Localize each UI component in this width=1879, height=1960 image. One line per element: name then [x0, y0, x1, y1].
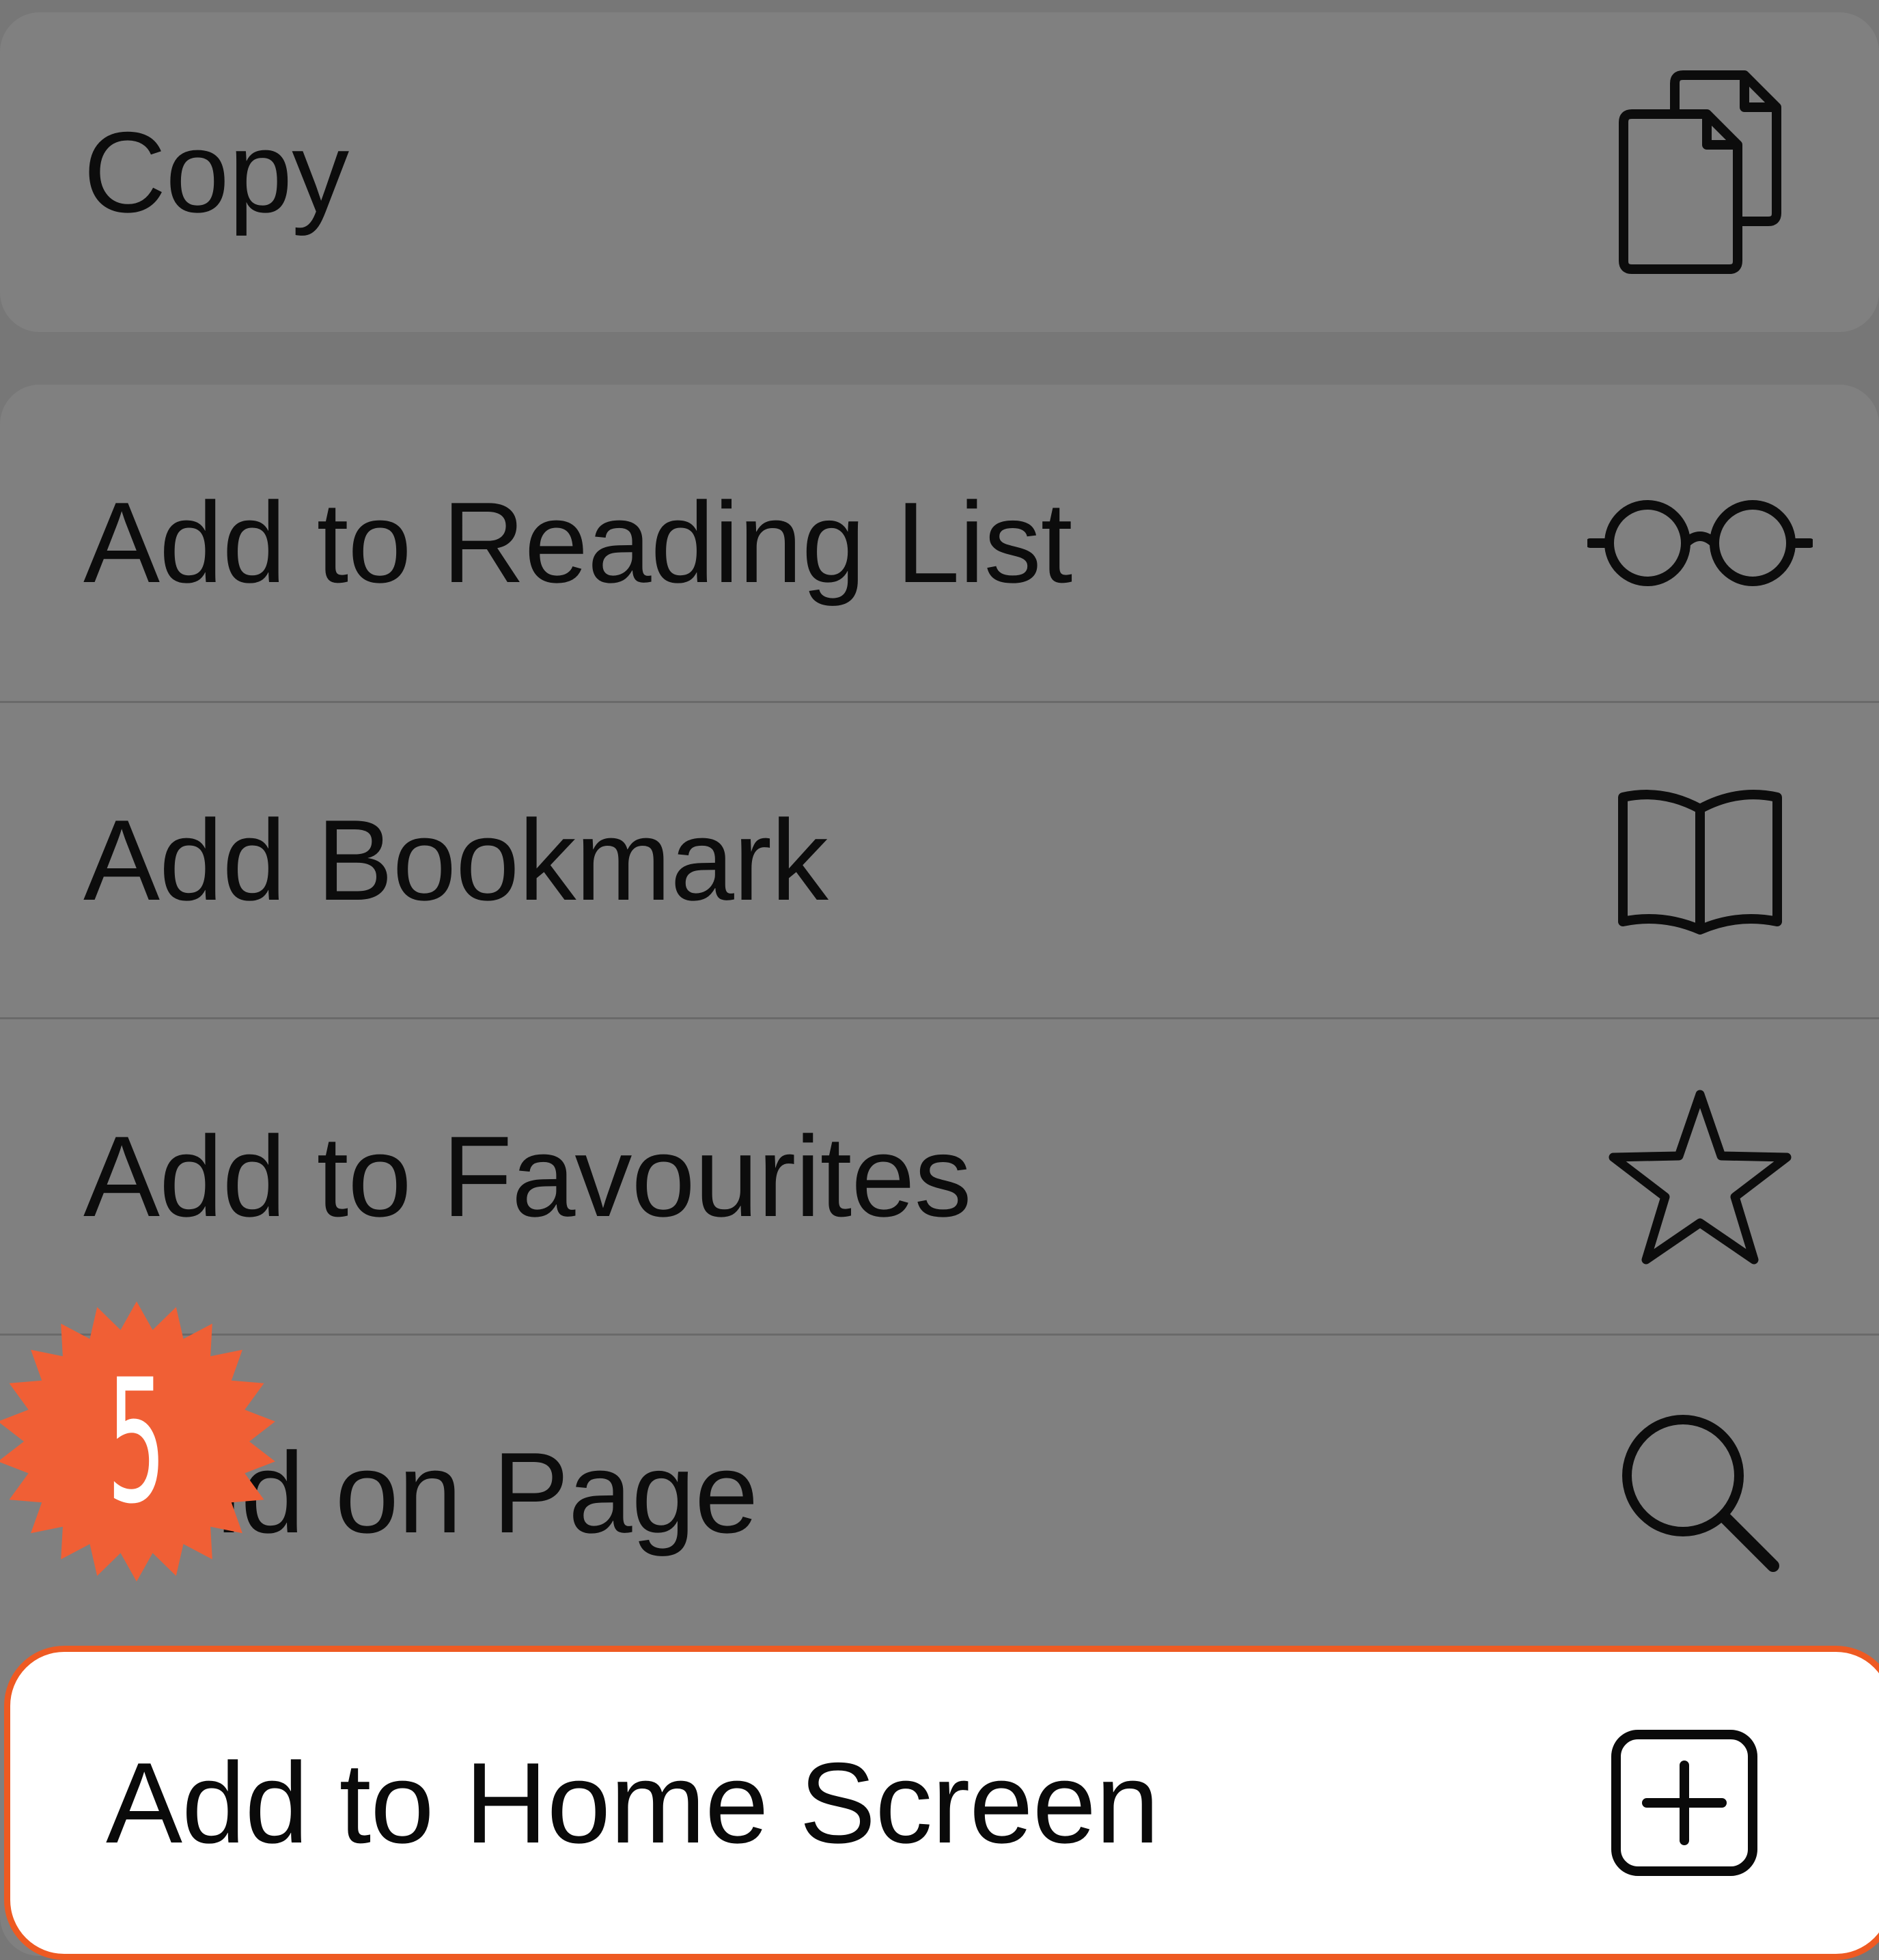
plus-square-icon — [1568, 1700, 1800, 1905]
add-bookmark-item[interactable]: Add Bookmark — [0, 703, 1879, 1017]
star-icon — [1584, 1074, 1816, 1279]
favourites-label: Add to Favourites — [83, 1112, 972, 1241]
step-badge: 5 — [0, 1298, 280, 1585]
book-icon — [1584, 758, 1816, 963]
magnifier-icon — [1584, 1390, 1816, 1595]
home-screen-label: Add to Home Screen — [106, 1738, 1159, 1867]
add-to-reading-list-item[interactable]: Add to Reading List — [0, 385, 1879, 701]
copy-icon — [1584, 70, 1816, 275]
copy-label: Copy — [83, 107, 349, 236]
add-to-home-screen-item[interactable]: Add to Home Screen — [10, 1652, 1879, 1954]
step-number: 5 — [107, 1342, 167, 1541]
glasses-icon — [1584, 441, 1816, 646]
copy-menu-item[interactable]: Copy — [0, 12, 1879, 332]
bookmark-label: Add Bookmark — [83, 795, 829, 924]
find-on-page-item[interactable]: Find on Page — [0, 1336, 1879, 1650]
copy-group: Copy — [0, 12, 1879, 332]
reading-list-label: Add to Reading List — [83, 478, 1072, 607]
add-to-home-screen-highlight: Add to Home Screen — [4, 1646, 1879, 1960]
add-to-favourites-item[interactable]: Add to Favourites — [0, 1019, 1879, 1334]
